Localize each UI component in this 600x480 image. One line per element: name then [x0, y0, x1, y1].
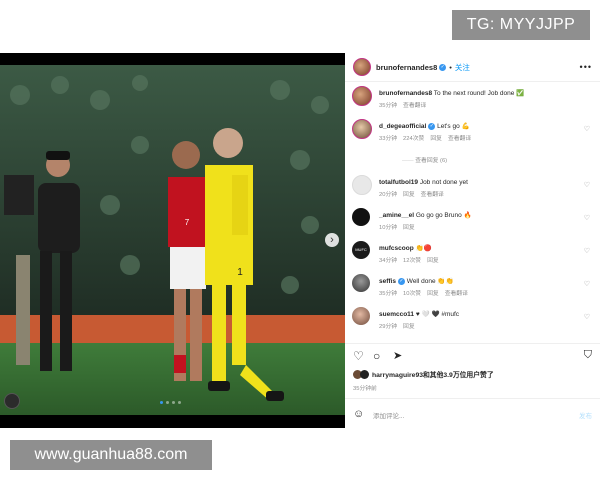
author-username[interactable]: brunofernandes8: [376, 63, 437, 72]
like-comment-icon[interactable]: ♡: [584, 214, 590, 222]
watermark-bottom: www.guanhua88.com: [10, 440, 212, 470]
separator-dot: •: [449, 62, 452, 72]
comment-time: 33分钟: [379, 136, 398, 142]
watermark-top: TG: MYYJJPP: [452, 10, 590, 40]
reply-link[interactable]: 回复: [427, 291, 439, 297]
comment-text: Job not done yet: [419, 179, 468, 186]
comment-time: 35分钟: [379, 291, 398, 297]
post-header: brunofernandes8 ✓ • 关注 •••: [345, 53, 600, 82]
action-bar: ♡ ○ ➤ ⛉: [345, 343, 600, 366]
comment-time: 10分钟: [379, 225, 398, 231]
share-icon[interactable]: ➤: [393, 349, 402, 362]
like-icon[interactable]: ♡: [353, 349, 364, 363]
add-comment-bar: ☺ 添加评论... 发布: [345, 398, 600, 429]
translate-link[interactable]: 查看翻译: [403, 103, 426, 109]
commenter-avatar[interactable]: MUFC: [352, 241, 370, 259]
comment-text: 👏🔴: [415, 245, 432, 252]
comment-text: ♥ 🤍 🖤 #mufc: [415, 311, 460, 318]
reply-link[interactable]: 回复: [403, 192, 415, 198]
likes-text[interactable]: harrymaguire93和其他3.9万位用户赞了: [372, 369, 494, 379]
comment-text: Let's go 💪: [437, 123, 470, 130]
commenter-avatar[interactable]: [352, 208, 370, 226]
view-replies-link[interactable]: —— 查看回复 (6): [402, 155, 447, 164]
reply-link[interactable]: 回复: [430, 136, 442, 142]
reply-link[interactable]: 回复: [403, 324, 415, 330]
follow-button[interactable]: 关注: [455, 62, 470, 73]
bookmark-icon[interactable]: ⛉: [584, 349, 592, 362]
likes-summary[interactable]: harrymaguire93和其他3.9万位用户赞了: [353, 369, 494, 379]
verified-badge-icon: ✓: [439, 63, 447, 71]
comment-time: 29分钟: [379, 324, 398, 330]
carousel-dot: [172, 401, 175, 404]
comments-panel: brunofernandes8 ✓ • 关注 ••• brunofernande…: [345, 53, 600, 428]
verified-badge-icon: ✓: [397, 277, 405, 285]
tagged-user-icon[interactable]: [4, 393, 20, 409]
svg-text:7: 7: [185, 218, 190, 227]
like-comment-icon[interactable]: ♡: [584, 125, 590, 133]
comment-icon[interactable]: ○: [373, 349, 380, 363]
commenter-avatar[interactable]: [352, 307, 370, 325]
like-comment-icon[interactable]: ♡: [584, 280, 590, 288]
comment-username[interactable]: d_degeaofficial: [379, 123, 426, 130]
carousel-dot: [160, 401, 163, 404]
commenter-avatar[interactable]: [352, 274, 370, 292]
comment-text: Well done 👏👏: [406, 278, 454, 285]
comment-time: 34分钟: [379, 258, 398, 264]
more-options-icon[interactable]: •••: [580, 62, 592, 72]
author-avatar[interactable]: [353, 58, 371, 76]
comment-time: 35分钟: [379, 103, 398, 109]
post-timestamp: 35分钟前: [353, 386, 377, 392]
comment-username[interactable]: totalfutbol19: [379, 179, 418, 186]
comment-input[interactable]: 添加评论...: [373, 410, 404, 420]
next-photo-icon[interactable]: ›: [325, 233, 339, 247]
photo-scene: 7 1: [0, 65, 345, 415]
post-dialog: 7 1 › brunofernandes8 ✓ • 关注 ••• brunofe…: [0, 53, 600, 428]
comment-username[interactable]: seffis: [379, 278, 396, 285]
comment-time: 20分钟: [379, 192, 398, 198]
comment-text: Go go go Bruno 🔥: [415, 212, 472, 219]
carousel-dot: [178, 401, 181, 404]
post-comment-button[interactable]: 发布: [579, 410, 592, 420]
reply-link[interactable]: 回复: [427, 258, 439, 264]
comment-likes[interactable]: 12次赞: [403, 258, 421, 264]
svg-text:1: 1: [237, 267, 243, 278]
translate-link[interactable]: 查看翻译: [421, 192, 444, 198]
emoji-icon[interactable]: ☺: [353, 408, 364, 420]
liker-avatar: [360, 369, 369, 379]
post-photo: 7 1 ›: [0, 53, 345, 428]
like-comment-icon[interactable]: ♡: [584, 313, 590, 321]
comment-username[interactable]: suemcco11: [379, 311, 414, 318]
reply-link[interactable]: 回复: [403, 225, 415, 231]
carousel-dots: [160, 401, 181, 404]
comment-likes[interactable]: 224次赞: [403, 136, 424, 142]
comment-likes[interactable]: 10次赞: [403, 291, 421, 297]
author-avatar[interactable]: [352, 86, 372, 106]
verified-badge-icon: ✓: [428, 122, 436, 130]
comment-username[interactable]: _amine__el: [379, 212, 414, 219]
commenter-avatar[interactable]: [352, 175, 372, 195]
comment-username[interactable]: brunofernandes8: [379, 90, 432, 97]
like-comment-icon[interactable]: ♡: [584, 181, 590, 189]
comment-username[interactable]: mufcscoop: [379, 245, 414, 252]
carousel-dot: [166, 401, 169, 404]
like-comment-icon[interactable]: ♡: [584, 247, 590, 255]
commenter-avatar[interactable]: [352, 119, 372, 139]
comment-text: To the next round! Job done ✅: [433, 90, 525, 97]
translate-link[interactable]: 查看翻译: [448, 136, 471, 142]
translate-link[interactable]: 查看翻译: [445, 291, 468, 297]
